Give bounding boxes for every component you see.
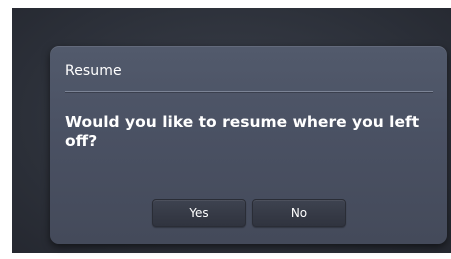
no-button[interactable]: No [252, 199, 346, 227]
yes-button[interactable]: Yes [152, 199, 246, 227]
resume-dialog: Resume Would you like to resume where yo… [50, 46, 447, 244]
dialog-message: Would you like to resume where you left … [65, 113, 420, 150]
title-divider [65, 91, 433, 92]
app-background: Resume Would you like to resume where yo… [12, 8, 451, 253]
dialog-title: Resume [65, 63, 122, 79]
no-button-label: No [290, 206, 308, 220]
yes-button-label: Yes [189, 206, 209, 220]
